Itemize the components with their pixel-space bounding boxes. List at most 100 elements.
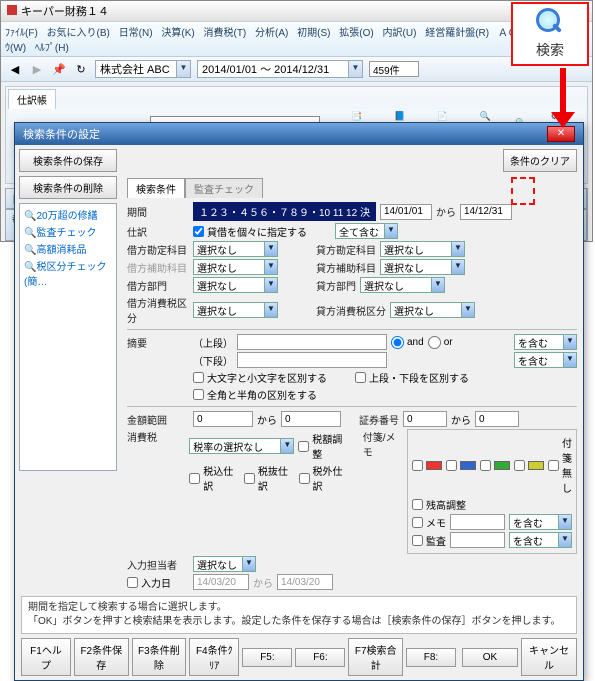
acct-left-select[interactable]: 選択なし▼: [193, 277, 278, 293]
slip-label: 証券番号: [359, 412, 399, 427]
tag-green[interactable]: [480, 460, 510, 471]
favorites-listbox[interactable]: 🔍20万超の修繕 🔍監査チェック 🔍高額消耗品 🔍税区分チェック(簡…: [19, 203, 117, 471]
include-lower-select[interactable]: を含む▼: [514, 352, 577, 368]
tantou-select[interactable]: 選択なし▼: [193, 556, 256, 572]
acct-left-select[interactable]: 選択なし▼: [193, 241, 278, 257]
date-to-field[interactable]: 14/12/31: [460, 204, 512, 220]
daterange-combo[interactable]: 2014/01/01 ～ 2014/12/31▼: [197, 60, 363, 78]
pin-icon[interactable]: 📌: [51, 61, 67, 77]
memo-include[interactable]: を含む▼: [509, 514, 572, 530]
journal-tab[interactable]: 仕訳帳: [8, 89, 56, 109]
menu-kessan[interactable]: 決算(K): [161, 28, 194, 39]
search-callout: 検索: [511, 2, 589, 66]
date-from-field[interactable]: 14/01/01: [380, 204, 432, 220]
tax-ex-check[interactable]: 税抜仕訳: [244, 463, 295, 493]
menubar[interactable]: ﾌｧｲﾙ(F) お気に入り(B) 日常(N) 決算(K) 消費税(T) 分析(A…: [1, 22, 592, 57]
shiwake-label: 仕訳: [127, 224, 189, 239]
hint-text: 期間を指定して検索する場合に選択します。 「OK」ボタンを押すと検索結果を表示し…: [21, 596, 577, 634]
acct-right-select[interactable]: 選択なし▼: [390, 302, 475, 318]
acct-right-select[interactable]: 選択なし▼: [380, 259, 465, 275]
clear-conditions-button[interactable]: 条件のクリア: [503, 149, 577, 172]
slip-to-field[interactable]: 0: [475, 411, 519, 427]
acct-label-r: 貸方勘定科目: [316, 242, 376, 257]
menu-init[interactable]: 初期(S): [297, 28, 330, 39]
tab-search-cond[interactable]: 検索条件: [127, 178, 185, 198]
upper-text-field[interactable]: [237, 334, 387, 350]
individual-check[interactable]: 貸借を個々に指定する: [193, 224, 307, 239]
f5-button[interactable]: F5:: [242, 648, 292, 667]
lower-text-field[interactable]: [237, 352, 387, 368]
case-check[interactable]: 大文字と小文字を区別する: [193, 370, 327, 385]
menu-help[interactable]: ﾍﾙﾌﾟ(H): [35, 43, 69, 54]
tax-rate-select[interactable]: 税率の選択なし▼: [189, 438, 294, 454]
indate-check[interactable]: 入力日: [127, 575, 189, 590]
f7-button[interactable]: F7検索合計: [348, 638, 403, 676]
f4-button[interactable]: F4条件ｸﾘｱ: [189, 638, 239, 676]
refresh-icon[interactable]: ↻: [73, 61, 89, 77]
tab-audit-check[interactable]: 監査チェック: [185, 178, 263, 198]
shiwake-select[interactable]: 全て含む▼: [335, 223, 398, 239]
dialog-titlebar[interactable]: 検索条件の設定 ✕: [15, 123, 583, 145]
menu-ext[interactable]: 拡張(O): [339, 28, 373, 39]
amount-to-field[interactable]: 0: [281, 411, 341, 427]
and-radio[interactable]: and: [391, 336, 424, 349]
f8-button[interactable]: F8:: [406, 648, 456, 667]
acct-label-r: 貸方部門: [316, 278, 356, 293]
menu-compass[interactable]: 経営羅針盤(R): [425, 28, 489, 39]
delete-conditions-button[interactable]: 検索条件の削除: [19, 176, 117, 199]
menu-tax[interactable]: 消費税(T): [203, 28, 246, 39]
ok-button[interactable]: OK: [462, 648, 518, 667]
acct-right-select[interactable]: 選択なし▼: [360, 277, 445, 293]
include-upper-select[interactable]: を含む▼: [514, 334, 577, 350]
cancel-button[interactable]: キャンセル: [521, 638, 577, 676]
kantei-text[interactable]: [450, 532, 505, 548]
tag-none[interactable]: 付箋無し: [548, 435, 572, 495]
company-combo[interactable]: 株式会社 ABC▼: [95, 60, 191, 78]
f3-button[interactable]: F3条件削除: [132, 638, 187, 676]
kantei-include[interactable]: を含む▼: [509, 532, 572, 548]
nav-back-icon[interactable]: ◀: [7, 61, 23, 77]
slip-from-field[interactable]: 0: [403, 411, 447, 427]
menu-analysis[interactable]: 分析(A): [255, 28, 288, 39]
memo-text[interactable]: [450, 514, 505, 530]
menu-file[interactable]: ﾌｧｲﾙ(F): [5, 28, 38, 39]
acct-left-select[interactable]: 選択なし▼: [193, 302, 278, 318]
search-callout-label: 検索: [536, 40, 564, 60]
acct-left-select[interactable]: 選択なし▼: [193, 259, 278, 275]
fkey-bar: F1ヘルプ F2条件保存 F3条件削除 F4条件ｸﾘｱ F5: F6: F7検索…: [15, 634, 583, 680]
tag-red[interactable]: [412, 460, 442, 471]
tag-blue[interactable]: [446, 460, 476, 471]
acct-label-r: 貸方消費税区分: [316, 303, 386, 318]
nav-fwd-icon[interactable]: ▶: [29, 61, 45, 77]
menu-fav[interactable]: お気に入り(B): [47, 28, 110, 39]
favorite-item[interactable]: 🔍監査チェック: [22, 223, 114, 240]
tax-int-check[interactable]: 税額調整: [298, 431, 349, 461]
indate-from[interactable]: 14/03/20: [193, 574, 249, 590]
f1-button[interactable]: F1ヘルプ: [21, 638, 71, 676]
f6-button[interactable]: F6:: [295, 648, 345, 667]
memo-check[interactable]: メモ: [412, 515, 446, 530]
acct-label: 借方消費税区分: [127, 295, 189, 325]
favorite-item[interactable]: 🔍20万超の修繕: [22, 206, 114, 223]
or-radio[interactable]: or: [428, 336, 453, 349]
f2-button[interactable]: F2条件保存: [74, 638, 129, 676]
kantei-check[interactable]: 監査: [412, 533, 446, 548]
tax-in-check[interactable]: 税込仕訳: [189, 463, 240, 493]
zenkaku-check[interactable]: 全角と半角の区別をする: [193, 387, 317, 402]
favorite-item[interactable]: 🔍税区分チェック(簡…: [22, 257, 114, 289]
save-conditions-button[interactable]: 検索条件の保存: [19, 149, 117, 172]
magnifier-icon: [536, 8, 564, 36]
indate-to[interactable]: 14/03/20: [277, 574, 333, 590]
dan-check[interactable]: 上段・下段を区別する: [355, 370, 469, 385]
favorite-item[interactable]: 🔍高額消耗品: [22, 240, 114, 257]
tax-out-check[interactable]: 税外仕訳: [299, 463, 350, 493]
acct-right-select[interactable]: 選択なし▼: [380, 241, 465, 257]
period-months[interactable]: １２３・４５６・７８９・10 11 12 決: [193, 202, 376, 221]
tag-yellow[interactable]: [514, 460, 544, 471]
acct-label: 借方補助科目: [127, 260, 189, 275]
amount-from-field[interactable]: 0: [193, 411, 253, 427]
menu-daily[interactable]: 日常(N): [119, 28, 153, 39]
menu-detail[interactable]: 内訳(U): [383, 28, 417, 39]
close-icon[interactable]: ✕: [547, 126, 575, 142]
app-titlebar: キーパー財務１４: [1, 1, 592, 22]
